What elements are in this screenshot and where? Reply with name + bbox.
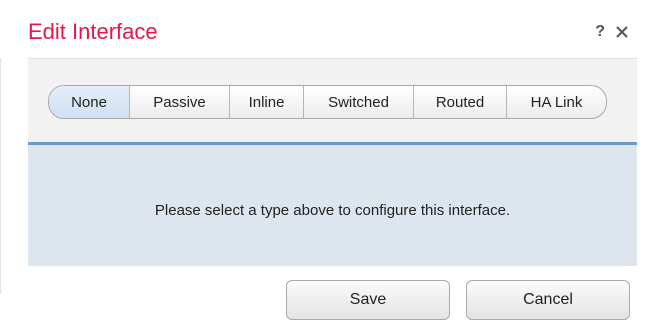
cancel-button[interactable]: Cancel [466, 280, 630, 320]
config-message-panel: Please select a type above to configure … [28, 145, 637, 266]
edit-interface-dialog: Edit Interface ? None Passive Inline Swi… [0, 0, 645, 331]
dialog-title: Edit Interface [28, 19, 158, 44]
type-option-routed[interactable]: Routed [413, 86, 506, 118]
dialog-left-edge [0, 58, 1, 294]
save-button[interactable]: Save [286, 280, 450, 320]
type-option-inline[interactable]: Inline [229, 86, 303, 118]
config-message: Please select a type above to configure … [154, 202, 511, 219]
header-icons: ? [595, 20, 631, 44]
type-option-passive[interactable]: Passive [129, 86, 229, 118]
type-selector-section: None Passive Inline Switched Routed HA L… [28, 58, 637, 143]
type-option-switched[interactable]: Switched [303, 86, 413, 118]
help-icon[interactable]: ? [595, 20, 605, 44]
interface-type-selector: None Passive Inline Switched Routed HA L… [48, 85, 607, 119]
close-icon[interactable] [613, 23, 631, 41]
type-option-none[interactable]: None [49, 86, 129, 118]
type-option-ha-link[interactable]: HA Link [506, 86, 606, 118]
